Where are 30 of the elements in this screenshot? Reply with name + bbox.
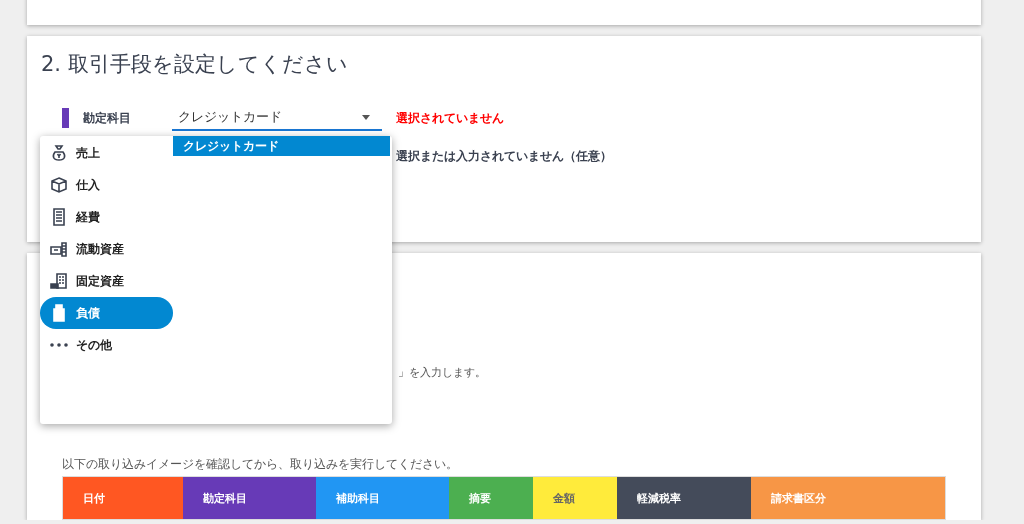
required-marker	[62, 108, 69, 128]
validation-message: 選択されていません	[396, 109, 504, 127]
account-select[interactable]: クレジットカード	[172, 105, 382, 131]
category-item[interactable]: 仕入	[40, 169, 173, 201]
category-item[interactable]: 流動資産	[40, 233, 173, 265]
category-item[interactable]: 負債	[40, 297, 173, 329]
column-header: 金額	[533, 477, 617, 519]
category-item[interactable]: その他	[40, 329, 173, 361]
section-title: 2. 取引手段を設定してください	[41, 51, 348, 78]
validation-message: 選択または入力されていません（任意）	[396, 147, 612, 165]
preview-note: 以下の取り込みイメージを確認してから、取り込みを実行してください。	[62, 457, 458, 471]
receipt-icon	[50, 208, 68, 226]
option-item[interactable]: クレジットカード	[173, 136, 390, 156]
dots-icon	[50, 343, 68, 347]
field-label: 勘定科目	[83, 109, 132, 127]
column-header: 軽減税率	[617, 477, 751, 519]
column-header: 日付	[63, 477, 183, 519]
category-item[interactable]: 売上	[40, 137, 173, 169]
instruction-text: 」を入力します。	[398, 366, 486, 379]
column-header: 摘要	[449, 477, 533, 519]
cash-icon	[50, 240, 68, 258]
box-icon	[50, 176, 68, 194]
category-item[interactable]: 固定資産	[40, 265, 173, 297]
caret-icon	[362, 114, 370, 120]
column-header: 勘定科目	[183, 477, 316, 519]
category-item[interactable]: 経費	[40, 201, 173, 233]
money-bag-icon	[50, 144, 68, 162]
building-icon	[50, 272, 68, 290]
column-header: 補助科目	[316, 477, 449, 519]
column-header: 請求書区分	[751, 477, 945, 519]
